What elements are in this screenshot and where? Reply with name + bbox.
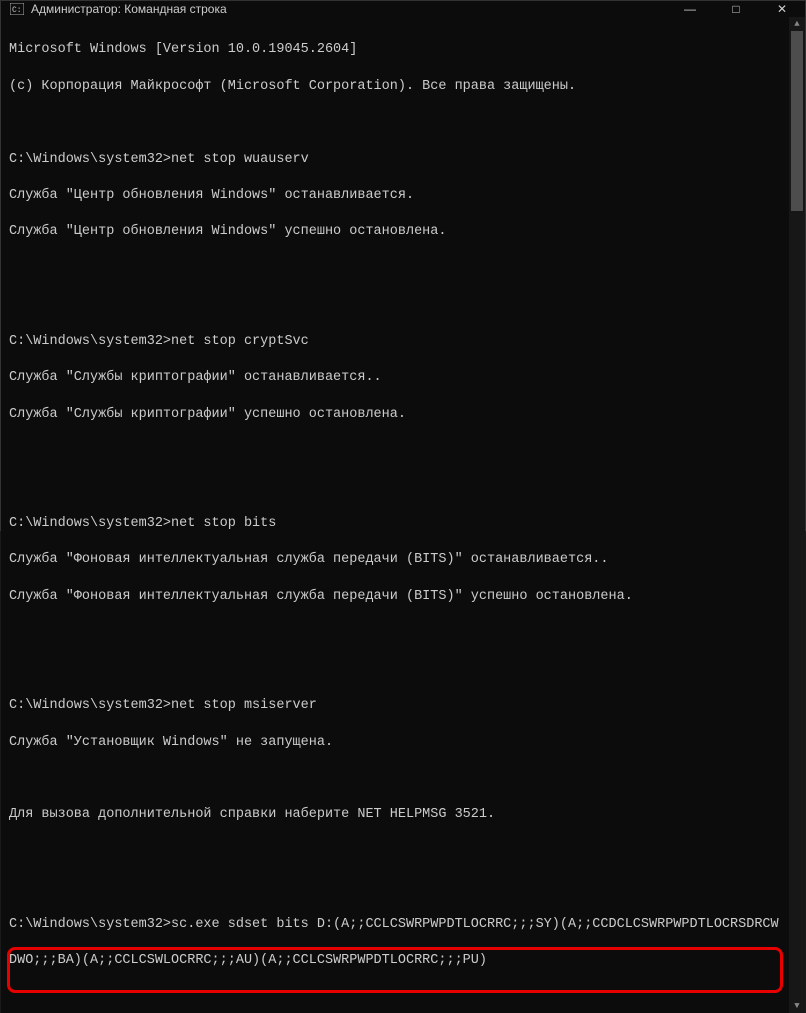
output-line: Microsoft Windows [Version 10.0.19045.26… <box>9 41 781 59</box>
output-line: Служба "Службы криптографии" успешно ост… <box>9 406 781 424</box>
minimize-button[interactable]: — <box>667 1 713 17</box>
prompt-line: DWO;;;BA)(A;;CCLCSWLOCRRC;;;AU)(A;;CCLCS… <box>9 952 781 970</box>
window-title: Администратор: Командная строка <box>31 2 667 16</box>
output-line: Служба "Центр обновления Windows" остана… <box>9 187 781 205</box>
cmd-icon: C: <box>9 1 25 17</box>
command-prompt-window: C: Администратор: Командная строка — □ ✕… <box>0 0 806 531</box>
prompt-line: C:\Windows\system32>net stop cryptSvc <box>9 333 781 351</box>
terminal-area: Microsoft Windows [Version 10.0.19045.26… <box>1 17 805 1013</box>
prompt-line: C:\Windows\system32>net stop bits <box>9 515 781 533</box>
output-line: Служба "Службы криптографии" останавлива… <box>9 369 781 387</box>
svg-text:C:: C: <box>12 6 22 15</box>
prompt-line: C:\Windows\system32>net stop msiserver <box>9 697 781 715</box>
output-line: Служба "Центр обновления Windows" успешн… <box>9 223 781 241</box>
terminal-content[interactable]: Microsoft Windows [Version 10.0.19045.26… <box>1 17 789 1013</box>
output-line: Для вызова дополнительной справки набери… <box>9 806 781 824</box>
scrollbar[interactable]: ▲ ▼ <box>789 17 805 1013</box>
maximize-button[interactable]: □ <box>713 1 759 17</box>
scroll-down-icon[interactable]: ▼ <box>789 999 805 1013</box>
output-line: Служба "Фоновая интеллектуальная служба … <box>9 551 781 569</box>
output-line: (c) Корпорация Майкрософт (Microsoft Cor… <box>9 78 781 96</box>
window-controls: — □ ✕ <box>667 1 805 17</box>
prompt-line: C:\Windows\system32>sc.exe sdset bits D:… <box>9 916 781 934</box>
scroll-thumb[interactable] <box>791 31 803 211</box>
title-bar[interactable]: C: Администратор: Командная строка — □ ✕ <box>1 1 805 17</box>
output-line: Служба "Фоновая интеллектуальная служба … <box>9 588 781 606</box>
prompt-line: C:\Windows\system32>net stop wuauserv <box>9 151 781 169</box>
close-button[interactable]: ✕ <box>759 1 805 17</box>
output-line: Служба "Установщик Windows" не запущена. <box>9 734 781 752</box>
scroll-up-icon[interactable]: ▲ <box>789 17 805 31</box>
